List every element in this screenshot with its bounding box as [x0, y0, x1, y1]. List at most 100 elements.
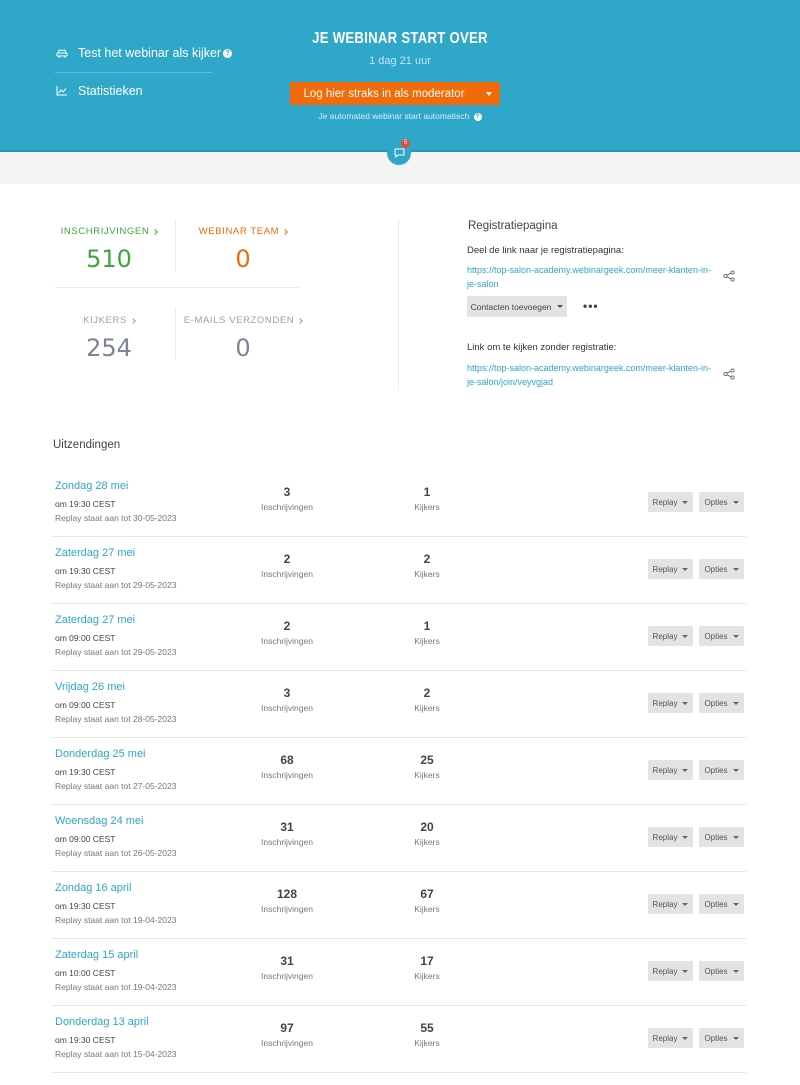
direct-link-label: Link om te kijken zonder registratie: — [467, 342, 617, 353]
options-button[interactable]: Opties — [699, 894, 744, 914]
share-icon[interactable] — [723, 270, 735, 282]
viewers-count: 55 — [420, 1021, 434, 1035]
broadcast-time: om 09:00 CEST — [55, 834, 116, 844]
stat-kijkers-label[interactable]: KIJKERS — [83, 315, 136, 326]
replay-label: Replay — [652, 497, 678, 507]
broadcast-row: Zaterdag 15 april om 10:00 CEST Replay s… — [52, 939, 746, 1006]
replay-button[interactable]: Replay — [648, 693, 693, 713]
replay-button[interactable]: Replay — [648, 1028, 693, 1048]
viewers-label: Kijkers — [414, 971, 440, 981]
chevron-right-icon — [282, 228, 289, 235]
broadcast-date-link[interactable]: Zondag 16 april — [55, 882, 131, 894]
replay-label: Replay — [652, 564, 678, 574]
broadcast-date-link[interactable]: Zaterdag 15 april — [55, 949, 138, 961]
replay-until-text: Replay staat aan tot 15-04-2023 — [55, 1049, 177, 1059]
stat-inschrijvingen-value: 510 — [86, 245, 132, 273]
replay-button[interactable]: Replay — [648, 961, 693, 981]
caret-down-icon — [682, 500, 689, 504]
viewers-count: 1 — [423, 619, 431, 633]
stat-webinar-team[interactable]: WEBINAR TEAM 0 — [183, 221, 303, 273]
stat-emails-label[interactable]: E-MAILS VERZONDEN — [184, 315, 304, 326]
help-icon[interactable]: ? — [473, 112, 482, 121]
registrations-label: Inschrijvingen — [261, 636, 313, 646]
caret-down-icon — [732, 969, 739, 973]
countdown-text: 1 dag 21 uur — [369, 55, 431, 67]
share-icon[interactable] — [723, 368, 735, 380]
viewers-metric: 55 Kijkers — [377, 1006, 477, 1048]
auto-start-note: Je automated webinar start automatisch ? — [0, 111, 800, 121]
broadcast-date-link[interactable]: Donderdag 25 mei — [55, 748, 146, 760]
page-title: JE WEBINAR START OVER — [312, 30, 488, 47]
registrations-metric: 2 Inschrijvingen — [237, 537, 337, 579]
caret-down-icon — [682, 567, 689, 571]
caret-down-icon — [682, 634, 689, 638]
stat-team-label[interactable]: WEBINAR TEAM — [198, 226, 289, 237]
replay-button[interactable]: Replay — [648, 760, 693, 780]
caret-down-icon — [732, 567, 739, 571]
stat-inschrijvingen[interactable]: INSCHRIJVINGEN 510 — [49, 221, 169, 273]
statistics-link[interactable]: Statistieken — [55, 84, 143, 98]
options-button[interactable]: Opties — [699, 693, 744, 713]
viewers-metric: 67 Kijkers — [377, 872, 477, 914]
broadcast-date-link[interactable]: Zondag 28 mei — [55, 480, 128, 492]
direct-watch-link[interactable]: https://top-salon-academy.webinargeek.co… — [467, 361, 712, 389]
caret-down-icon — [732, 835, 739, 839]
stat-label-text: INSCHRIJVINGEN — [60, 226, 150, 237]
more-options-icon[interactable]: ••• — [583, 299, 599, 313]
viewers-metric: 20 Kijkers — [377, 805, 477, 847]
stat-inschrijvingen-label[interactable]: INSCHRIJVINGEN — [60, 226, 159, 237]
broadcast-date-link[interactable]: Donderdag 13 april — [55, 1016, 149, 1028]
caret-down-icon — [682, 701, 689, 705]
replay-until-text: Replay staat aan tot 28-05-2023 — [55, 714, 177, 724]
options-button[interactable]: Opties — [699, 1028, 744, 1048]
registrations-label: Inschrijvingen — [261, 770, 313, 780]
replay-button[interactable]: Replay — [648, 827, 693, 847]
broadcast-row: Donderdag 25 mei om 19:30 CEST Replay st… — [52, 738, 746, 805]
moderator-login-button[interactable]: Log hier straks in als moderator — [290, 82, 500, 105]
replay-label: Replay — [652, 1033, 678, 1043]
options-label: Opties — [704, 899, 728, 909]
replay-button[interactable]: Replay — [648, 626, 693, 646]
options-button[interactable]: Opties — [699, 492, 744, 512]
registrations-label: Inschrijvingen — [261, 569, 313, 579]
options-button[interactable]: Opties — [699, 626, 744, 646]
viewers-metric: 2 Kijkers — [377, 671, 477, 713]
broadcast-date-link[interactable]: Zaterdag 27 mei — [55, 547, 135, 559]
chat-button[interactable]: 5 — [387, 139, 411, 165]
broadcast-row: Vrijdag 26 mei om 09:00 CEST Replay staa… — [52, 671, 746, 738]
broadcast-date-link[interactable]: Zaterdag 27 mei — [55, 614, 135, 626]
replay-label: Replay — [652, 966, 678, 976]
options-label: Opties — [704, 1033, 728, 1043]
registrations-metric: 128 Inschrijvingen — [237, 872, 337, 914]
replay-button[interactable]: Replay — [648, 492, 693, 512]
stat-kijkers[interactable]: KIJKERS 254 — [49, 310, 169, 362]
broadcast-time: om 19:30 CEST — [55, 566, 116, 576]
add-contacts-button[interactable]: Contacten toevoegen — [467, 296, 567, 317]
replay-button[interactable]: Replay — [648, 559, 693, 579]
stat-emails[interactable]: E-MAILS VERZONDEN 0 — [183, 310, 304, 362]
options-button[interactable]: Opties — [699, 961, 744, 981]
side-separator — [55, 72, 212, 73]
viewers-label: Kijkers — [414, 569, 440, 579]
chevron-right-icon — [152, 228, 159, 235]
viewers-count: 2 — [423, 686, 431, 700]
moderator-dropdown-toggle[interactable] — [478, 82, 500, 105]
replay-button[interactable]: Replay — [648, 894, 693, 914]
viewers-metric: 1 Kijkers — [377, 604, 477, 646]
viewers-label: Kijkers — [414, 636, 440, 646]
broadcasts-title: Uitzendingen — [53, 439, 121, 451]
options-button[interactable]: Opties — [699, 760, 744, 780]
broadcast-time: om 10:00 CEST — [55, 968, 116, 978]
viewers-metric: 17 Kijkers — [377, 939, 477, 981]
options-button[interactable]: Opties — [699, 559, 744, 579]
broadcast-time: om 09:00 CEST — [55, 700, 116, 710]
caret-down-icon — [682, 969, 689, 973]
caret-down-icon — [732, 1036, 739, 1040]
options-label: Opties — [704, 832, 728, 842]
broadcast-date-link[interactable]: Vrijdag 26 mei — [55, 681, 125, 693]
registrations-count: 2 — [283, 619, 291, 633]
stat-label-text: WEBINAR TEAM — [198, 226, 280, 237]
registration-link[interactable]: https://top-salon-academy.webinargeek.co… — [467, 263, 712, 291]
options-button[interactable]: Opties — [699, 827, 744, 847]
broadcast-date-link[interactable]: Woensdag 24 mei — [55, 815, 143, 827]
